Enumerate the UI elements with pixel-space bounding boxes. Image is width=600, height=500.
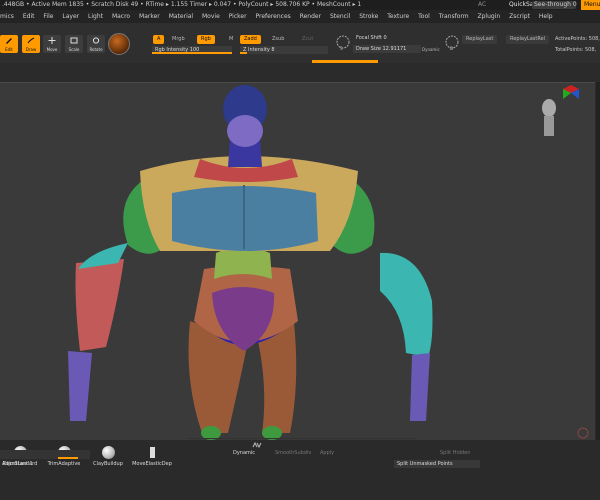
menu-item[interactable]: Stroke bbox=[359, 10, 378, 23]
menu-item[interactable]: Movie bbox=[202, 10, 220, 23]
apply-button[interactable]: Apply bbox=[320, 450, 334, 456]
edit-icon bbox=[6, 38, 12, 44]
menu-item[interactable]: File bbox=[43, 10, 53, 23]
menu-bar: mics Edit File Layer Light Macro Marker … bbox=[0, 10, 600, 23]
draw-button[interactable]: Draw bbox=[22, 35, 40, 53]
figure-icon bbox=[149, 447, 155, 458]
brush-slot[interactable]: ClayBuildup bbox=[88, 446, 128, 467]
menu-item[interactable]: Light bbox=[88, 10, 103, 23]
menus-button[interactable]: Menus bbox=[581, 0, 600, 10]
sculpt-model bbox=[68, 85, 433, 440]
a-toggle[interactable]: A bbox=[153, 35, 165, 44]
right-shelf-edge bbox=[596, 82, 600, 440]
active-points-readout: ActivePoints: 508, bbox=[555, 36, 600, 42]
viewport-divider bbox=[186, 438, 416, 439]
dynamic-toggle[interactable]: Dynamic bbox=[418, 45, 444, 54]
adjust-last-slider[interactable]: AdjustLast 1 bbox=[0, 450, 90, 467]
rgb-intensity-slider[interactable]: Rgb Intensity 100 bbox=[152, 46, 232, 54]
status-text: .448GB • Active Mem 1835 • Scratch Disk … bbox=[2, 1, 362, 8]
edit-button[interactable]: Edit bbox=[0, 35, 18, 53]
head-navigation-icon[interactable] bbox=[539, 96, 559, 142]
scale-button[interactable]: Scale bbox=[65, 35, 83, 53]
material-swatch[interactable] bbox=[108, 33, 130, 55]
see-through-slider[interactable]: See-through 0 bbox=[532, 1, 577, 9]
sphere-icon bbox=[101, 446, 115, 459]
split-hidden-button[interactable]: Split Hidden bbox=[440, 450, 470, 456]
zadd-toggle[interactable]: Zadd bbox=[240, 35, 261, 44]
mrgb-toggle[interactable]: Mrgb bbox=[168, 35, 189, 44]
status-bar: .448GB • Active Mem 1835 • Scratch Disk … bbox=[0, 0, 600, 10]
menu-item[interactable]: Stencil bbox=[330, 10, 350, 23]
z-intensity-slider[interactable]: Z Intensity 8 bbox=[240, 46, 328, 54]
rotate-icon bbox=[92, 37, 100, 44]
replay-last-button[interactable]: ReplayLast bbox=[462, 35, 498, 44]
move-icon bbox=[48, 37, 56, 44]
focal-shift-slider[interactable]: Focal Shift 0 bbox=[353, 34, 421, 42]
menu-item[interactable]: Edit bbox=[23, 10, 35, 23]
d-label: D bbox=[450, 46, 454, 51]
rotate-button[interactable]: Rotate bbox=[87, 35, 105, 53]
rgb-toggle[interactable]: Rgb bbox=[197, 35, 215, 44]
bottom-shelf: DamStandard TrimAdaptive ClayBuildup Mov… bbox=[0, 440, 600, 500]
brush-slot[interactable]: MoveElasticDep bbox=[132, 446, 172, 467]
split-unmasked-points-button[interactable]: Split Unmasked Points bbox=[394, 460, 480, 468]
menu-item[interactable]: Help bbox=[539, 10, 553, 23]
menu-item[interactable]: Marker bbox=[139, 10, 160, 23]
m-toggle[interactable]: M bbox=[225, 35, 237, 44]
menu-item[interactable]: Zscript bbox=[509, 10, 530, 23]
scale-icon bbox=[70, 37, 78, 44]
menu-item[interactable]: mics bbox=[0, 10, 14, 23]
persp-toggle-icon[interactable] bbox=[576, 426, 590, 440]
draw-size-slider[interactable]: Draw Size 12.91171 bbox=[353, 45, 421, 53]
replay-last-rel-button[interactable]: ReplayLastRel bbox=[506, 35, 550, 44]
active-tab-indicator bbox=[312, 60, 378, 63]
axis-gizmo-icon[interactable] bbox=[560, 83, 582, 105]
brush-icon bbox=[27, 37, 35, 44]
dynamic-button[interactable]: Dynamic bbox=[233, 450, 255, 456]
smooth-subdiv-button[interactable]: SmoothSubdiv bbox=[275, 450, 311, 456]
menu-item[interactable]: Preferences bbox=[255, 10, 290, 23]
viewport-canvas[interactable] bbox=[0, 82, 595, 441]
menu-item[interactable]: Material bbox=[169, 10, 193, 23]
menu-item[interactable]: Macro bbox=[112, 10, 130, 23]
zsub-toggle[interactable]: Zsub bbox=[268, 35, 288, 44]
menu-item[interactable]: Transform bbox=[439, 10, 469, 23]
menu-item[interactable]: Texture bbox=[387, 10, 409, 23]
menu-item[interactable]: Tool bbox=[418, 10, 430, 23]
ac-toggle[interactable]: AC bbox=[478, 0, 486, 10]
menu-item[interactable]: Render bbox=[300, 10, 321, 23]
s-brush-mode-icon[interactable] bbox=[335, 34, 351, 50]
collapse-arrows-icon[interactable] bbox=[252, 442, 262, 448]
s-label: S bbox=[340, 46, 343, 51]
zcut-toggle[interactable]: Zcut bbox=[298, 35, 317, 44]
menu-item[interactable]: Layer bbox=[62, 10, 79, 23]
move-button[interactable]: Move bbox=[43, 35, 61, 53]
total-points-readout: TotalPoints: 508, bbox=[555, 47, 597, 53]
menu-item[interactable]: Zplugin bbox=[478, 10, 501, 23]
menu-item[interactable]: Picker bbox=[229, 10, 247, 23]
